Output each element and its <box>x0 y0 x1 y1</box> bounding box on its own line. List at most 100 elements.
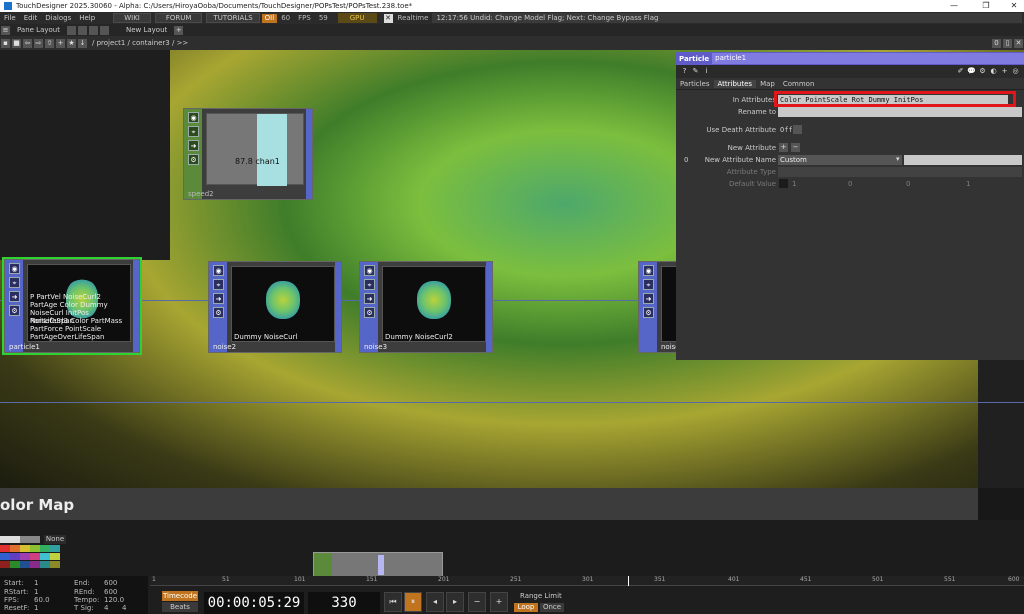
node-viewer-icon[interactable]: ◉ <box>643 265 654 276</box>
step-back-icon[interactable]: ◂ <box>426 592 444 612</box>
color-swatch[interactable] <box>779 179 788 188</box>
new-attr-name-select[interactable]: Custom <box>778 155 902 165</box>
timeline-ruler[interactable]: 1 51 101 151 201 251 301 351 401 451 501… <box>150 576 1024 586</box>
node-lock-icon[interactable]: ⚙ <box>9 305 20 316</box>
node-viewer-icon[interactable]: ◉ <box>188 112 199 123</box>
rend-value[interactable]: 600 <box>104 588 117 596</box>
forum-button[interactable]: FORUM <box>154 13 203 23</box>
plus-icon[interactable]: + <box>490 592 508 612</box>
split-icon[interactable]: ▯ <box>1003 38 1012 48</box>
beats-button[interactable]: Beats <box>162 602 198 612</box>
tab-common[interactable]: Common <box>779 80 819 88</box>
menu-edit[interactable]: Edit <box>20 14 42 22</box>
use-death-toggle[interactable] <box>793 125 802 134</box>
fps-value[interactable]: 60.0 <box>34 596 50 604</box>
new-attr-name-field[interactable] <box>904 155 1022 165</box>
rstart-value[interactable]: 1 <box>34 588 38 596</box>
node-bypass-icon[interactable]: ➜ <box>213 293 224 304</box>
node-lock-icon[interactable]: ⚙ <box>188 154 199 165</box>
swatch[interactable] <box>50 545 60 552</box>
tab-particles[interactable]: Particles <box>676 80 714 88</box>
node-pin-icon[interactable]: ⌖ <box>364 279 375 290</box>
target-icon[interactable]: ◎ <box>1011 67 1020 76</box>
node-viewer-icon[interactable]: ◉ <box>364 265 375 276</box>
color-icon[interactable]: ◐ <box>989 67 998 76</box>
oil-indicator[interactable]: OIl <box>261 13 278 23</box>
none-swatch[interactable]: None <box>44 535 66 544</box>
start-value[interactable]: 1 <box>34 579 38 587</box>
pane-menu-icon[interactable]: ≡ <box>1 25 10 35</box>
python-icon[interactable]: ✎ <box>691 67 700 76</box>
add-param-icon[interactable]: + <box>1000 67 1009 76</box>
node-pin-icon[interactable]: ⌖ <box>643 279 654 290</box>
down-icon[interactable]: ↓ <box>78 38 87 48</box>
pause-icon[interactable]: ⏸ <box>404 592 422 612</box>
swatch[interactable] <box>0 536 20 543</box>
tutorials-button[interactable]: TUTORIALS <box>206 13 260 23</box>
gpu-indicator[interactable]: GPU <box>337 13 377 23</box>
particle-node[interactable]: ◉ ⌖ ➜ ⚙ P PartVel NoiseCurl2 PartAge Col… <box>4 259 140 353</box>
swatch[interactable] <box>0 553 10 560</box>
swatch[interactable] <box>0 545 10 552</box>
info-icon[interactable]: i <box>702 67 711 76</box>
forward-icon[interactable]: ⇨ <box>34 38 43 48</box>
node-bypass-icon[interactable]: ➜ <box>188 140 199 151</box>
pane-close-icon[interactable]: ✕ <box>1014 38 1023 48</box>
pane-layout-label[interactable]: Pane Layout <box>11 26 66 34</box>
maximize-icon[interactable]: ❐ <box>976 0 996 12</box>
node-pin-icon[interactable]: ⌖ <box>188 126 199 137</box>
playhead[interactable] <box>628 576 629 586</box>
default-value-1[interactable]: 1 <box>792 180 796 188</box>
node-viewer-icon[interactable]: ◉ <box>213 265 224 276</box>
node-bypass-icon[interactable]: ➜ <box>643 293 654 304</box>
swatch[interactable] <box>40 561 50 568</box>
resetf-value[interactable]: 1 <box>34 604 38 612</box>
rewind-icon[interactable]: ⏮ <box>384 592 402 612</box>
node-lock-icon[interactable]: ⚙ <box>643 307 654 318</box>
close-icon[interactable]: ✕ <box>1004 0 1024 12</box>
tsig-a[interactable]: 4 <box>104 604 108 612</box>
menu-file[interactable]: File <box>0 14 20 22</box>
swatch[interactable] <box>10 553 20 560</box>
timecode-display[interactable]: 00:00:05:29 <box>204 592 304 614</box>
timecode-button[interactable]: Timecode <box>162 591 198 601</box>
frame-display[interactable]: 330 <box>308 592 380 614</box>
minimize-icon[interactable]: — <box>944 0 964 12</box>
node-pin-icon[interactable]: ⌖ <box>213 279 224 290</box>
node-viewer-icon[interactable]: ◉ <box>9 263 20 274</box>
node-output-bar[interactable] <box>306 109 312 199</box>
menu-help[interactable]: Help <box>75 14 99 22</box>
swatch[interactable] <box>50 553 60 560</box>
timeline-node[interactable] <box>313 552 443 579</box>
layout-3-icon[interactable] <box>88 25 98 35</box>
use-death-value[interactable]: Off <box>778 125 793 135</box>
layout-2-icon[interactable] <box>77 25 87 35</box>
layout-1-icon[interactable] <box>66 25 76 35</box>
add-layout-icon[interactable]: + <box>174 25 184 35</box>
default-value-4[interactable]: 1 <box>966 180 970 188</box>
swatch[interactable] <box>20 545 30 552</box>
node-output-bar[interactable] <box>133 260 139 352</box>
tsig-b[interactable]: 4 <box>122 604 126 612</box>
node-bypass-icon[interactable]: ➜ <box>9 291 20 302</box>
step-forward-icon[interactable]: ▸ <box>446 592 464 612</box>
default-value-3[interactable]: 0 <box>906 180 910 188</box>
wiki-button[interactable]: WIKI <box>113 13 151 23</box>
noise3-node[interactable]: ◉ ⌖ ➜ ⚙ Dummy NoiseCurl2 noise3 <box>359 261 493 353</box>
node-pin-icon[interactable]: ⌖ <box>9 277 20 288</box>
edit-icon[interactable]: ✐ <box>956 67 965 76</box>
swatch[interactable] <box>30 553 40 560</box>
pane-type-icon[interactable]: ▪ <box>1 38 10 48</box>
swatch[interactable] <box>20 561 30 568</box>
settings-icon[interactable]: ⚙ <box>978 67 987 76</box>
noise2-node[interactable]: ◉ ⌖ ➜ ⚙ Dummy NoiseCurl noise2 <box>208 261 342 353</box>
default-value-2[interactable]: 0 <box>848 180 852 188</box>
menu-dialogs[interactable]: Dialogs <box>41 14 75 22</box>
node-output-bar[interactable] <box>486 262 492 352</box>
swatch[interactable] <box>10 561 20 568</box>
swatch[interactable] <box>20 553 30 560</box>
swatch[interactable] <box>10 545 20 552</box>
minus-icon[interactable]: − <box>468 592 486 612</box>
swatch[interactable] <box>0 561 10 568</box>
back-icon[interactable]: ⇦ <box>23 38 32 48</box>
